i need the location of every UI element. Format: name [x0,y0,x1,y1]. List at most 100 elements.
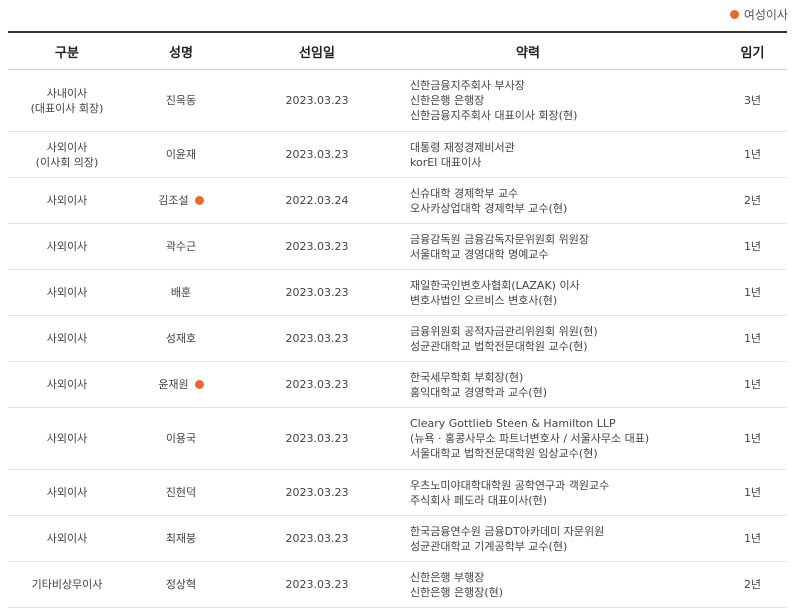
name-wrap: 정상혁 [166,577,196,592]
table-row: 사외이사 최재붕 2023.03.23 한국금융연수원 금융DT아카데미 자문위원 성균… [8,515,787,562]
director-name: 이윤재 [165,148,197,161]
category-cell: 사외이사 [8,515,126,562]
name-wrap: 윤재원 [158,377,204,392]
appointment-date-cell: 2023.03.23 [236,315,398,362]
career-line: 우츠노미야대학대학원 공학연구과 객원교수 [410,478,610,492]
category-line: 기타비상무이사 [31,578,103,591]
career-line: 한국세무학회 부회장(현) [410,370,524,384]
career-line: 오사카상업대학 경제학부 교수(현) [410,201,568,215]
career-line: 신한금융지주회사 부사장 [410,79,525,92]
career-cell: 우츠노미야대학대학원 공학연구과 객원교수 주식회사 페도라 대표이사(현) [398,469,718,516]
female-director-dot-icon [729,10,739,19]
career-line: 홍익대학교 경영학과 교수(현) [410,385,548,399]
name-cell: 성재호 [126,315,236,362]
table-row: 사외이사 이용국 2023.03.23 Cleary Gottlieb Steen &… [8,407,787,470]
table-header-row: 구분 성명 선임일 약력 임기 [8,31,787,70]
director-name: 이용국 [165,432,197,445]
career-line: 신슈대학 경제학부 교수 [410,186,519,200]
appointment-date-cell: 2023.03.23 [236,469,398,516]
legend-label: 여성이사 [743,8,788,22]
career-line: 신한은행 은행장(현) [410,585,504,599]
career-line: Cleary Gottlieb Steen & Hamilton LLP [410,417,616,430]
term-cell: 1년 [718,515,787,562]
category-line: 사외이사 [46,140,88,154]
career-line: 주식회사 페도라 대표이사(현) [410,493,548,507]
name-cell: 김조설 [126,177,236,224]
table-body: 사내이사 (대표이사 회장) 진옥동 2023.03.23 신한금융지주회사 부사장신한… [8,69,787,608]
appointment-date-cell: 2023.03.23 [236,361,398,408]
career-cell: 대통령 재정경제비서관 korEI 대표이사 [398,131,718,178]
table-row: 사외이사 윤재원 2023.03.23 한국세무학회 부회장(현) 홍익대학교 경영학과… [8,361,787,408]
name-wrap: 이윤재 [166,147,196,162]
career-line: 한국금융연수원 금융DT아카데미 자문위원 [410,524,605,538]
category-cell: 사외이사 [8,223,126,270]
category-cell: 사외이사 [8,315,126,362]
name-cell: 배훈 [126,269,236,316]
career-line: 재일한국인변호사협회(LAZAK) 이사 [410,278,580,292]
career-cell: 신슈대학 경제학부 교수 오사카상업대학 경제학부 교수(현) [398,177,718,224]
term-cell: 3년 [718,69,787,132]
name-wrap: 이용국 [166,431,196,446]
career-line: 서울대학교 법학전문대학원 임상교수(현) [410,447,598,460]
term-cell: 1년 [718,269,787,316]
category-cell: 사외이사 [8,469,126,516]
category-line: 사외이사 [46,432,88,445]
director-name: 배훈 [170,286,192,299]
category-line: 사외이사 [46,286,88,299]
career-line: 금융감독원 금융감독자문위원회 위원장 [410,232,590,246]
table-row: 사외이사 진현덕 2023.03.23 우츠노미야대학대학원 공학연구과 객원교수 주식… [8,469,787,516]
category-cell: 기타비상무이사 [8,561,126,608]
career-line: 신한은행 부행장 [410,570,485,584]
appointment-date-cell: 2023.03.23 [236,131,398,178]
header-term: 임기 [718,31,787,70]
name-cell: 진현덕 [126,469,236,516]
category-cell: 사외이사 (이사회 의장) [8,131,126,178]
director-name: 최재붕 [165,532,197,545]
category-cell: 사내이사 (대표이사 회장) [8,69,126,132]
header-career: 약력 [398,31,718,70]
name-cell: 최재붕 [126,515,236,562]
career-line: 금융위원회 공적자금관리위원회 위원(현) [410,324,598,338]
career-cell: Cleary Gottlieb Steen & Hamilton LLP (뉴욕 … [398,407,718,470]
term-cell: 1년 [718,223,787,270]
term-cell: 1년 [718,407,787,470]
name-wrap: 배훈 [171,285,191,300]
director-name: 진옥동 [165,94,197,107]
category-line: 사외이사 [46,532,88,545]
table-row: 사외이사 김조설 2022.03.24 신슈대학 경제학부 교수 오사카상업대학 경제학… [8,177,787,224]
category-line: 사내이사 [46,86,88,100]
header-name: 성명 [126,31,236,70]
director-name: 윤재원 [158,378,189,391]
name-wrap: 최재붕 [166,531,196,546]
appointment-date-cell: 2023.03.23 [236,223,398,270]
header-category: 구분 [8,31,126,70]
career-cell: 한국금융연수원 금융DT아카데미 자문위원 성균관대학교 기계공학부 교수(현) [398,515,718,562]
appointment-date-cell: 2022.03.24 [236,177,398,224]
table-row: 기타비상무이사 정상혁 2023.03.23 신한은행 부행장 신한은행 은행장(현) 2… [8,561,787,608]
table-row: 사외이사 곽수근 2023.03.23 금융감독원 금융감독자문위원회 위원장 서울대학… [8,223,787,270]
career-cell: 한국세무학회 부회장(현) 홍익대학교 경영학과 교수(현) [398,361,718,408]
director-name: 정상혁 [165,578,197,591]
career-line: 서울대학교 경영대학 명예교수 [410,247,549,261]
director-name: 김조설 [158,194,189,207]
header-appointment-date: 선임일 [236,31,398,70]
board-members-table: 구분 성명 선임일 약력 임기 사내이사 (대표이사 회장) 진옥동 2023.03.… [8,31,787,608]
name-wrap: 진현덕 [166,485,196,500]
category-line: 사외이사 [46,486,88,499]
category-line: 사외이사 [46,240,88,253]
term-cell: 1년 [718,131,787,178]
career-cell: 금융감독원 금융감독자문위원회 위원장 서울대학교 경영대학 명예교수 [398,223,718,270]
category-cell: 사외이사 [8,269,126,316]
category-line: 사외이사 [46,332,88,345]
career-cell: 재일한국인변호사협회(LAZAK) 이사 변호사법인 오르비스 변호사(현) [398,269,718,316]
category-line: 사외이사 [46,194,88,207]
term-cell: 1년 [718,469,787,516]
director-name: 진현덕 [165,486,197,499]
category-line: (대표이사 회장) [30,101,104,115]
appointment-date-cell: 2023.03.23 [236,69,398,132]
category-cell: 사외이사 [8,177,126,224]
female-director-dot-icon [194,380,204,389]
career-line: 대통령 재정경제비서관 [410,140,515,154]
table-row: 사외이사 배훈 2023.03.23 재일한국인변호사협회(LAZAK) 이사 변호사법… [8,269,787,316]
career-cell: 신한은행 부행장 신한은행 은행장(현) [398,561,718,608]
